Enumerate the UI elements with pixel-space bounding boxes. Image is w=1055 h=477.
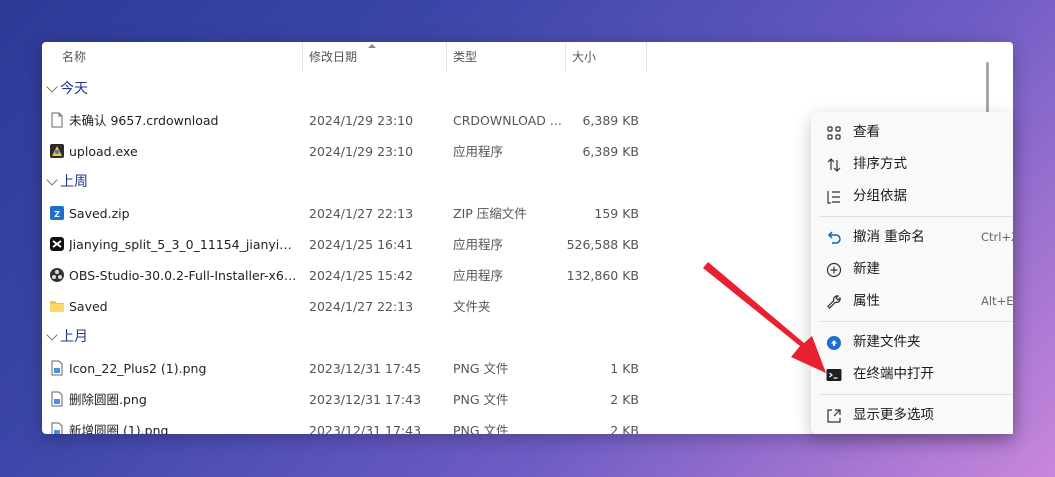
collapse-chevron-icon: [46, 329, 58, 341]
menu-item-label: 在终端中打开: [853, 366, 934, 382]
menu-item-label: 查看: [853, 124, 880, 140]
file-name: Jianying_split_5_3_0_11154_jianyingpr...: [69, 237, 297, 252]
more-options-icon: [825, 407, 843, 425]
file-type: ZIP 压缩文件: [453, 206, 527, 221]
menu-item-properties[interactable]: 属性 Alt+Enter: [811, 285, 1013, 317]
column-size-header[interactable]: 大小: [566, 42, 647, 72]
undo-icon: [825, 229, 843, 247]
file-date: 2023/12/31 17:45: [309, 361, 422, 376]
menu-item-shortcut: Alt+Enter: [981, 294, 1013, 308]
menu-item-label: 排序方式: [853, 156, 907, 172]
group-label: 今天: [60, 81, 88, 97]
sort-icon: [825, 156, 843, 174]
file-name: Saved: [69, 299, 108, 314]
group-label: 上月: [60, 329, 88, 345]
terminal-icon: [825, 366, 843, 384]
png-icon: [49, 360, 65, 376]
file-date: 2023/12/31 17:43: [309, 392, 422, 407]
file-type: 应用程序: [453, 144, 504, 159]
menu-item-label: 撤消 重命名: [853, 229, 925, 245]
file-date: 2023/12/31 17:43: [309, 423, 422, 434]
column-name-header[interactable]: 名称: [56, 42, 303, 72]
group-header-today[interactable]: 今天: [42, 74, 982, 105]
file-name: 删除圆圈.png: [69, 392, 147, 407]
file-type: PNG 文件: [453, 392, 509, 407]
group-by-icon: [825, 188, 843, 206]
menu-item-new[interactable]: 新建: [811, 253, 1013, 285]
file-type: CRDOWNLOAD ...: [453, 113, 562, 128]
zip-icon: Z: [49, 205, 65, 221]
menu-item-label: 分组依据: [853, 188, 907, 204]
svg-text:Z: Z: [54, 210, 60, 219]
file-type: 应用程序: [453, 268, 504, 283]
file-name: 新增圆圈 (1).png: [69, 423, 169, 434]
file-type: 应用程序: [453, 237, 504, 252]
plus-circle-icon: [825, 261, 843, 279]
file-size: 6,389 KB: [582, 113, 639, 128]
file-type: PNG 文件: [453, 361, 509, 376]
file-size: 526,588 KB: [566, 237, 639, 252]
menu-separator: [819, 216, 1013, 217]
menu-item-open-in-terminal[interactable]: 在终端中打开: [811, 358, 1013, 390]
file-name: 未确认 9657.crdownload: [69, 113, 219, 128]
file-type: 文件夹: [453, 299, 491, 314]
file-size: 2 KB: [610, 423, 639, 434]
menu-item-label: 显示更多选项: [853, 407, 934, 423]
file-name: OBS-Studio-30.0.2-Full-Installer-x64.e..…: [69, 268, 297, 283]
file-name: Icon_22_Plus2 (1).png: [69, 361, 207, 376]
menu-item-label: 新建: [853, 261, 880, 277]
group-label: 上周: [60, 174, 88, 190]
file-type: PNG 文件: [453, 423, 509, 434]
file-size: 2 KB: [610, 392, 639, 407]
menu-item-label: 新建文件夹: [853, 334, 921, 350]
capcut-icon: [49, 236, 65, 252]
file-date: 2024/1/25 16:41: [309, 237, 414, 252]
file-size: 132,860 KB: [566, 268, 639, 283]
file-date: 2024/1/25 15:42: [309, 268, 414, 283]
collapse-chevron-icon: [46, 81, 58, 93]
file-date: 2024/1/27 22:13: [309, 299, 414, 314]
new-folder-icon: [825, 334, 843, 352]
menu-item-group-by[interactable]: 分组依据: [811, 180, 1013, 212]
wrench-icon: [825, 293, 843, 311]
png-icon: [49, 391, 65, 407]
png-icon: [49, 422, 65, 434]
menu-item-new-folder[interactable]: 新建文件夹: [811, 326, 1013, 358]
menu-item-view[interactable]: 查看: [811, 116, 1013, 148]
file-date: 2024/1/29 23:10: [309, 144, 414, 159]
exe-app-icon: [49, 143, 65, 159]
context-menu: 查看 排序方式 分组依据 撤消 重命名 Ctrl+Z 新建 属性 Alt+Ent…: [811, 112, 1013, 434]
file-size: 1 KB: [610, 361, 639, 376]
grid-view-icon: [825, 124, 843, 142]
menu-separator: [819, 394, 1013, 395]
column-header: 名称 修改日期 类型 大小: [42, 42, 982, 72]
folder-icon: [49, 298, 65, 314]
menu-item-sort[interactable]: 排序方式: [811, 148, 1013, 180]
file-size: 6,389 KB: [582, 144, 639, 159]
menu-item-label: 属性: [853, 293, 880, 309]
sort-caret-icon: [368, 44, 376, 48]
menu-item-shortcut: Ctrl+Z: [981, 230, 1013, 244]
column-type-header[interactable]: 类型: [447, 42, 566, 72]
menu-item-undo-rename[interactable]: 撤消 重命名 Ctrl+Z: [811, 221, 1013, 253]
file-icon: [49, 112, 65, 128]
file-size: 159 KB: [594, 206, 639, 221]
menu-separator: [819, 321, 1013, 322]
obs-icon: [49, 267, 65, 283]
collapse-chevron-icon: [46, 174, 58, 186]
file-name: upload.exe: [69, 144, 138, 159]
menu-item-show-more-options[interactable]: 显示更多选项: [811, 399, 1013, 431]
file-date: 2024/1/27 22:13: [309, 206, 414, 221]
file-date: 2024/1/29 23:10: [309, 113, 414, 128]
file-name: Saved.zip: [69, 206, 130, 221]
